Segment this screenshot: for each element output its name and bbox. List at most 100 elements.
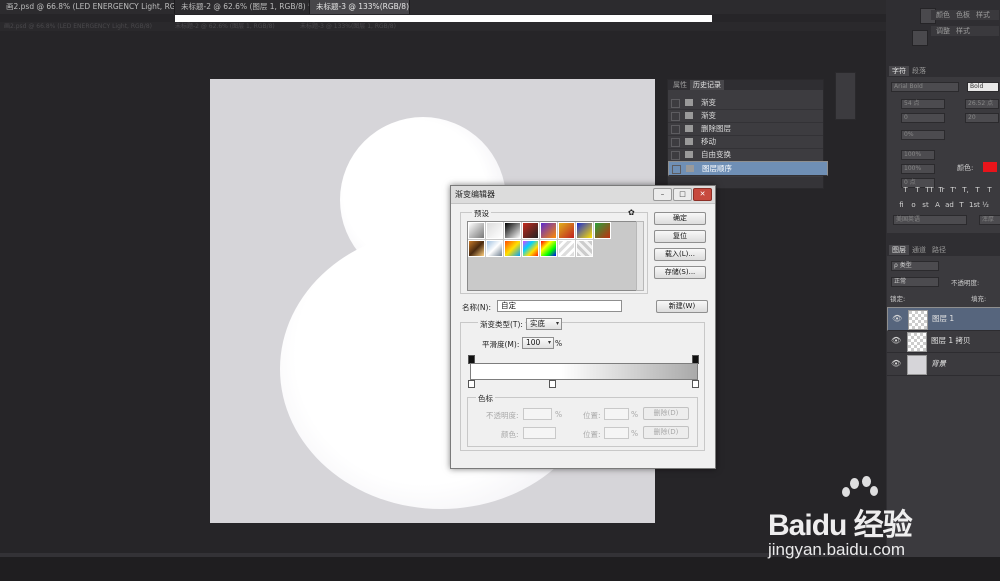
faux-bold-button[interactable]: T: [901, 186, 910, 195]
superscript-button[interactable]: T': [949, 186, 958, 195]
presets-scrollbar[interactable]: [636, 221, 644, 291]
tracking-field[interactable]: 0: [901, 113, 945, 123]
preset-swatch[interactable]: [504, 222, 521, 239]
preset-swatch[interactable]: [468, 240, 485, 257]
tab-channels[interactable]: 通道: [909, 245, 929, 255]
kerning-field[interactable]: 20: [965, 113, 999, 123]
smoothness-input[interactable]: 100 ▾: [522, 337, 554, 349]
history-item-selected[interactable]: 图层顺序: [668, 161, 828, 176]
preset-swatch[interactable]: [540, 240, 557, 257]
tab-color[interactable]: 颜色: [933, 10, 953, 20]
preset-swatch[interactable]: [468, 222, 485, 239]
preset-swatch[interactable]: [558, 222, 575, 239]
ornaments-button[interactable]: T: [957, 201, 966, 210]
maximize-icon[interactable]: □: [673, 188, 692, 201]
all-caps-button[interactable]: TT: [925, 186, 934, 195]
stop-opacity-input[interactable]: [523, 408, 552, 420]
eye-icon[interactable]: 👁: [891, 359, 901, 368]
layer-filter-select[interactable]: ρ 类型: [891, 261, 939, 271]
history-item[interactable]: 渐变: [668, 109, 823, 123]
font-family-select[interactable]: Arial Bold: [891, 82, 959, 92]
snapshot-checkbox[interactable]: [672, 165, 681, 174]
ligature-button[interactable]: fi: [897, 201, 906, 210]
vertical-scale-field[interactable]: 100%: [901, 150, 935, 160]
history-item[interactable]: 自由变换: [668, 148, 823, 162]
preset-swatch[interactable]: [522, 222, 539, 239]
tab-properties[interactable]: 属性: [670, 80, 690, 90]
tab-adjustments[interactable]: 调整: [933, 26, 953, 36]
tab-layers[interactable]: 图层: [889, 245, 909, 255]
tab-history[interactable]: 历史记录: [690, 80, 724, 90]
eye-icon[interactable]: 👁: [891, 336, 901, 345]
collapsed-panel-icons[interactable]: [835, 72, 856, 120]
tab-paths[interactable]: 路径: [929, 245, 949, 255]
swash-button[interactable]: A: [933, 201, 942, 210]
fractions-button[interactable]: ½: [981, 201, 990, 210]
panel-toggle-icon[interactable]: [912, 30, 928, 46]
gradient-type-select[interactable]: 实底 ▾: [526, 318, 562, 330]
discretionary-ligature-button[interactable]: o: [909, 201, 918, 210]
layer-row[interactable]: 👁 背景: [887, 353, 1000, 376]
tab-paragraph[interactable]: 段落: [909, 66, 929, 76]
snapshot-checkbox[interactable]: [671, 151, 680, 160]
ordinals-button[interactable]: 1st: [969, 201, 980, 210]
gear-icon[interactable]: ✿: [628, 208, 635, 217]
reset-button[interactable]: 复位: [654, 230, 706, 243]
preset-swatch[interactable]: [504, 240, 521, 257]
doc-tab-3[interactable]: 未标题-3 @ 133%(RGB/8)×: [310, 0, 410, 14]
preset-swatch[interactable]: [522, 240, 539, 257]
subscript-button[interactable]: T,: [961, 186, 970, 195]
save-button[interactable]: 存储(S)...: [654, 266, 706, 279]
font-style-select[interactable]: Bold: [967, 82, 999, 92]
language-select[interactable]: 美国英语: [893, 215, 967, 225]
history-item[interactable]: 移动: [668, 135, 823, 149]
stop-color-swatch[interactable]: [523, 427, 556, 439]
doc-tab-2[interactable]: 未标题-2 @ 62.6% (图层 1, RGB/8) *×: [175, 0, 310, 14]
snapshot-checkbox[interactable]: [671, 125, 680, 134]
delete-color-stop-button[interactable]: 删除(D): [643, 426, 689, 439]
snapshot-checkbox[interactable]: [671, 112, 680, 121]
gradient-name-input[interactable]: 自定: [497, 300, 622, 312]
preset-swatch[interactable]: [576, 222, 593, 239]
preset-swatch[interactable]: [594, 222, 611, 239]
color-stop-left[interactable]: [468, 380, 475, 388]
history-item[interactable]: 删除图层: [668, 122, 823, 136]
color-stop-right[interactable]: [692, 380, 699, 388]
snapshot-checkbox[interactable]: [671, 138, 680, 147]
gradient-preview-bar[interactable]: [470, 363, 698, 380]
antialias-select[interactable]: 浑厚: [979, 215, 1000, 225]
small-caps-button[interactable]: Tr: [937, 186, 946, 195]
history-item[interactable]: 渐变: [668, 96, 823, 110]
eye-icon[interactable]: 👁: [892, 314, 902, 324]
tab-swatches[interactable]: 色板: [953, 10, 973, 20]
doc-tab-1[interactable]: 画2.psd @ 66.8% (LED ENERGENCY Light, RGB…: [0, 0, 175, 14]
stylistic-alternates-button[interactable]: st: [921, 201, 930, 210]
strikethrough-button[interactable]: T: [985, 186, 994, 195]
font-size-field[interactable]: 54 点: [901, 99, 945, 109]
ok-button[interactable]: 确定: [654, 212, 706, 225]
preset-swatch[interactable]: [486, 240, 503, 257]
minimize-icon[interactable]: –: [653, 188, 672, 201]
blend-mode-select[interactable]: 正常: [891, 277, 939, 287]
snapshot-checkbox[interactable]: [671, 99, 680, 108]
faux-italic-button[interactable]: T: [913, 186, 922, 195]
close-icon[interactable]: ✕: [693, 188, 712, 201]
layer-row[interactable]: 👁 图层 1: [887, 307, 1000, 331]
stop-location-input[interactable]: [604, 408, 629, 420]
delete-opacity-stop-button[interactable]: 删除(D): [643, 407, 689, 420]
load-button[interactable]: 载入(L)...: [654, 248, 706, 261]
layer-row[interactable]: 👁 图层 1 拷贝: [887, 330, 1000, 353]
horizontal-scale-field[interactable]: 100%: [901, 164, 935, 174]
tab-styles[interactable]: 样式: [953, 26, 973, 36]
leading-field[interactable]: 26.52 点: [965, 99, 999, 109]
stop-location-input[interactable]: [604, 427, 629, 439]
color-stop-mid[interactable]: [549, 380, 556, 388]
tab-character[interactable]: 字符: [889, 66, 909, 76]
text-color-swatch[interactable]: [983, 162, 997, 172]
titling-alternates-button[interactable]: ad: [945, 201, 954, 210]
preset-swatch[interactable]: [486, 222, 503, 239]
tab-styles[interactable]: 样式: [973, 10, 993, 20]
new-gradient-button[interactable]: 新建(W): [656, 300, 708, 313]
tsume-field[interactable]: 0%: [901, 130, 945, 140]
preset-swatch[interactable]: [540, 222, 557, 239]
